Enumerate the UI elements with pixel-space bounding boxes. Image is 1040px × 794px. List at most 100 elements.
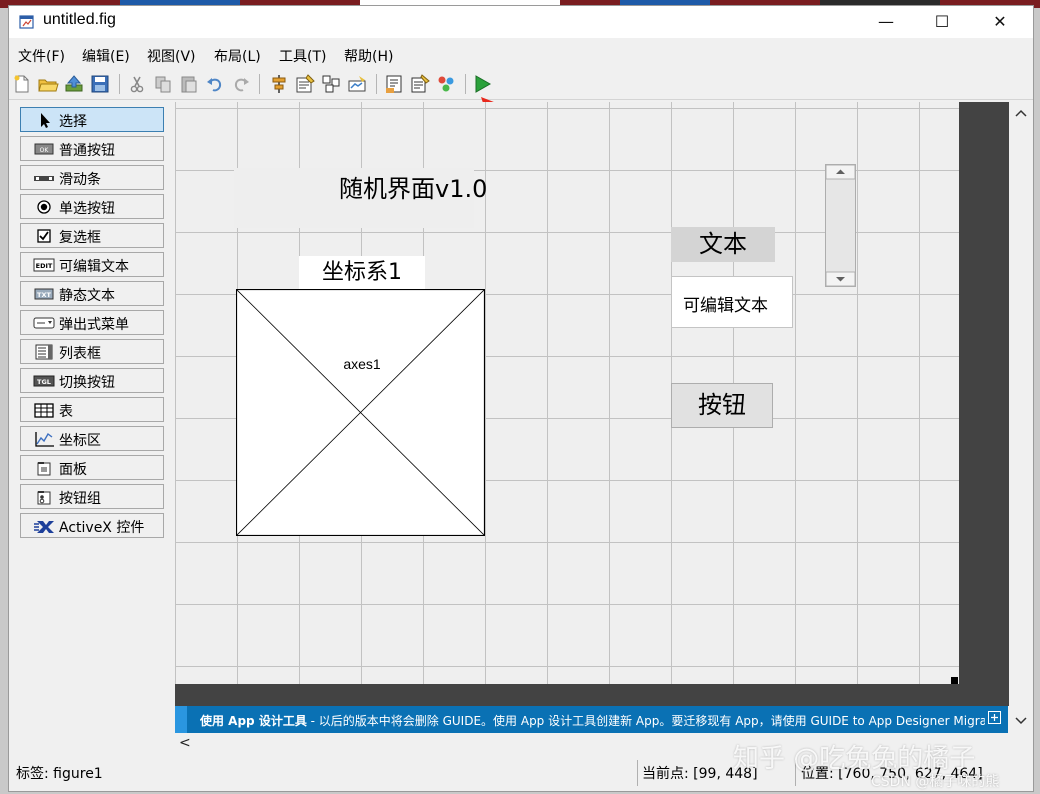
pushbutton-icon: OK [34, 143, 54, 155]
palette-item-label: 弹出式菜单 [59, 317, 129, 333]
canvas-outside-area [959, 102, 1009, 686]
edit-text-icon: EDIT [33, 258, 55, 272]
palette-item-label: 按钮组 [59, 491, 101, 507]
palette-item-toggle-button[interactable]: TGL 切换按钮 [20, 368, 164, 393]
minimize-button[interactable]: — [863, 6, 909, 38]
object-browser-icon[interactable] [435, 73, 457, 95]
svg-text:OK: OK [40, 147, 50, 154]
copy-icon[interactable] [152, 73, 174, 95]
static-text-component[interactable]: 文本 [671, 227, 775, 262]
banner-text[interactable]: - 以后的版本中将会删除 GUIDE。使用 App 设计工具创建新 App。要迁… [307, 714, 985, 728]
undo-icon[interactable] [204, 73, 226, 95]
run-icon[interactable] [471, 73, 493, 95]
title-bar: untitled.fig — ☐ ✕ [9, 6, 1033, 38]
table-icon [34, 403, 54, 418]
palette-item-checkbox[interactable]: 复选框 [20, 223, 164, 248]
toolbar-separator [259, 74, 260, 94]
save-icon[interactable] [89, 73, 111, 95]
button-group-icon [37, 491, 51, 505]
tab-order-icon[interactable] [320, 73, 342, 95]
svg-text:TGL: TGL [37, 378, 51, 386]
redo-icon[interactable] [230, 73, 252, 95]
slider-icon [34, 176, 54, 181]
expand-icon[interactable] [988, 711, 1001, 724]
toolbar-editor-icon[interactable] [346, 73, 368, 95]
scroll-left-icon[interactable]: < [179, 735, 191, 751]
menu-tools[interactable]: 工具(T) [279, 46, 326, 66]
paste-icon[interactable] [178, 73, 200, 95]
palette-item-label: 单选按钮 [59, 201, 115, 217]
toolbar-separator [119, 74, 120, 94]
palette-item-label: 滑动条 [59, 172, 101, 188]
listbox-icon [35, 344, 53, 360]
axes-name-label: axes1 [343, 356, 381, 372]
cut-icon[interactable] [126, 73, 148, 95]
vertical-scrollbar[interactable] [1010, 102, 1032, 734]
status-separator [637, 760, 638, 786]
toolbar-separator [465, 74, 466, 94]
zhihu-watermark: 知乎 @吃兔兔的橘子 [733, 744, 976, 774]
menu-file[interactable]: 文件(F) [18, 46, 65, 66]
new-file-icon[interactable] [11, 73, 33, 95]
maximize-button[interactable]: ☐ [919, 6, 965, 38]
align-icon[interactable] [268, 73, 290, 95]
palette-item-label: 复选框 [59, 230, 101, 246]
palette-item-label: ActiveX 控件 [59, 520, 145, 536]
banner-accent-strip [175, 706, 187, 733]
palette-item-activex[interactable]: ActiveX 控件 [20, 513, 164, 538]
palette-item-listbox[interactable]: 列表框 [20, 339, 164, 364]
palette-item-label: 切换按钮 [59, 375, 115, 391]
title-static-text[interactable]: 随机界面v1.0 [234, 168, 487, 228]
pointer-icon [41, 113, 50, 128]
palette-item-label: 坐标区 [59, 433, 101, 449]
palette-item-pointer[interactable]: 选择 [20, 107, 164, 132]
csdn-watermark: CSDN @橘子味的熊 [871, 774, 1000, 790]
slider-arrows-icon [826, 165, 855, 286]
toolbar-separator [376, 74, 377, 94]
popup-menu-icon [33, 317, 55, 329]
scroll-up-icon[interactable] [1015, 108, 1027, 120]
title-static-text-label: 随机界面v1.0 [339, 175, 488, 203]
static-text-icon: TXT [34, 288, 54, 300]
canvas-outside-area-bottom [175, 684, 1009, 706]
close-button[interactable]: ✕ [977, 6, 1023, 38]
property-inspector-icon[interactable] [409, 73, 431, 95]
menu-editor-icon[interactable] [294, 73, 316, 95]
axes-title-text[interactable]: 坐标系1 [299, 256, 425, 290]
palette-item-static-text[interactable]: TXT 静态文本 [20, 281, 164, 306]
palette-item-panel[interactable]: 面板 [20, 455, 164, 480]
palette-item-edit-text[interactable]: EDIT 可编辑文本 [20, 252, 164, 277]
editor-icon[interactable] [383, 73, 405, 95]
open-folder-icon[interactable] [37, 73, 59, 95]
palette-item-axes[interactable]: 坐标区 [20, 426, 164, 451]
palette-item-slider[interactable]: 滑动条 [20, 165, 164, 190]
palette-item-label: 选择 [59, 114, 87, 130]
palette-item-popup-menu[interactable]: 弹出式菜单 [20, 310, 164, 335]
checkbox-icon [37, 229, 51, 243]
scroll-down-icon[interactable] [1015, 714, 1027, 726]
pushbutton-component[interactable]: 按钮 [671, 383, 773, 428]
menu-layout[interactable]: 布局(L) [214, 46, 261, 66]
toggle-button-icon: TGL [33, 375, 55, 387]
palette-item-pushbutton[interactable]: OK 普通按钮 [20, 136, 164, 161]
save-to-workspace-icon[interactable] [63, 73, 85, 95]
status-tag: 标签: figure1 [16, 766, 103, 782]
menu-edit[interactable]: 编辑(E) [82, 46, 130, 66]
palette-item-label: 面板 [59, 462, 87, 478]
slider-component[interactable] [825, 164, 856, 287]
palette-item-label: 静态文本 [59, 288, 115, 304]
axes-component[interactable]: axes1 [236, 289, 485, 536]
guide-deprecation-banner: 使用 App 设计工具 - 以后的版本中将会删除 GUIDE。使用 App 设计… [175, 706, 1008, 733]
menu-view[interactable]: 视图(V) [147, 46, 196, 66]
edit-text-value: 可编辑文本 [683, 296, 768, 316]
palette-item-label: 普通按钮 [59, 143, 115, 159]
palette-item-button-group[interactable]: 按钮组 [20, 484, 164, 509]
guide-window: untitled.fig — ☐ ✕ 文件(F) 编辑(E) 视图(V) 布局(… [8, 5, 1034, 792]
palette-item-radiobutton[interactable]: 单选按钮 [20, 194, 164, 219]
palette-item-table[interactable]: 表 [20, 397, 164, 422]
edit-text-component[interactable]: 可编辑文本 [671, 276, 793, 328]
radiobutton-icon [37, 200, 51, 214]
panel-icon [37, 462, 51, 476]
figure-resize-handle[interactable] [951, 677, 958, 684]
menu-help[interactable]: 帮助(H) [344, 46, 393, 66]
